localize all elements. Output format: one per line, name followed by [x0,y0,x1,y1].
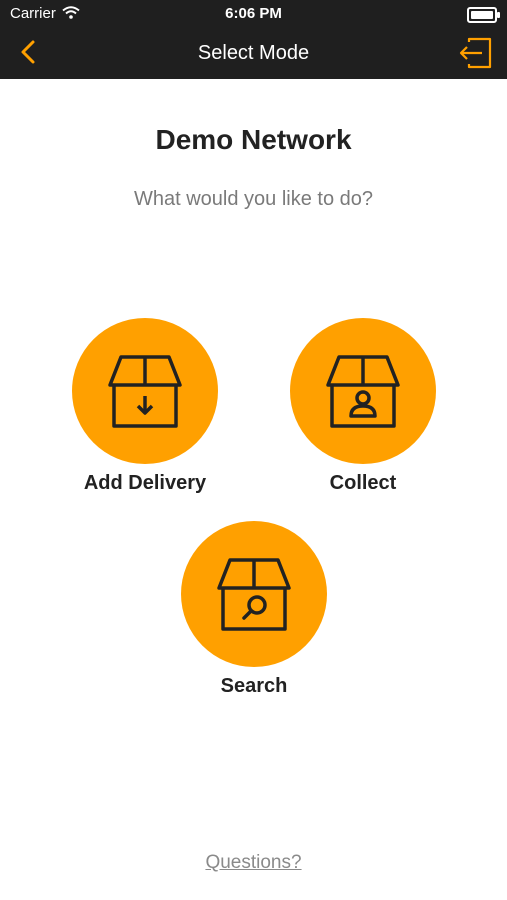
prompt-text: What would you like to do? [133,188,374,210]
navigation-bar: Select Mode [0,28,507,79]
logout-icon [459,37,492,69]
search-button[interactable]: Search [164,521,344,698]
collect-label: Collect [329,472,397,494]
add-delivery-circle [72,318,218,464]
nav-title: Select Mode [197,42,310,64]
network-title: Demo Network [155,124,352,155]
box-download-icon [108,355,182,428]
box-search-icon [217,558,291,631]
questions-link[interactable]: Questions? [0,852,507,874]
status-bar: Carrier 6:06 PM [0,0,507,28]
add-delivery-label: Add Delivery [83,472,207,494]
collect-circle [290,318,436,464]
logout-button[interactable] [457,36,493,70]
clock: 6:06 PM [225,5,282,22]
box-person-icon [326,355,400,428]
battery-icon [467,7,500,23]
collect-button[interactable]: Collect [273,318,453,495]
add-delivery-button[interactable]: Add Delivery [55,318,235,495]
search-label: Search [220,675,288,697]
search-circle [181,521,327,667]
